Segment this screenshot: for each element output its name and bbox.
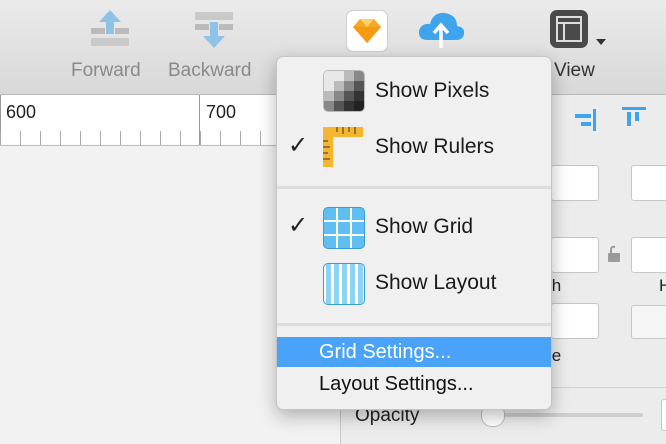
ruler-mark-600: 600	[6, 102, 37, 122]
flip-button[interactable]	[631, 305, 666, 339]
align-top-icon[interactable]	[621, 105, 647, 131]
layout-icon	[323, 263, 365, 305]
forward-label: Forward	[71, 60, 141, 81]
ruler-icon	[323, 127, 363, 167]
show-pixels-label: Show Pixels	[375, 79, 490, 102]
opacity-field[interactable]	[661, 399, 666, 431]
height-field[interactable]	[631, 237, 666, 273]
view-menu: Show Pixels ✓ Show Rulers ✓ Show Grid Sh…	[276, 56, 552, 410]
show-grid-label: Show Grid	[375, 215, 474, 238]
menu-separator	[277, 323, 551, 326]
cloud-upload-button[interactable]	[416, 8, 466, 52]
align-right-icon[interactable]	[571, 107, 597, 133]
rotate-field[interactable]	[551, 303, 599, 339]
backward-button[interactable]: Backward	[166, 0, 261, 90]
layout-settings-label: Layout Settings...	[319, 373, 474, 395]
cloud-upload-icon	[418, 12, 465, 48]
menu-item-show-grid[interactable]: ✓ Show Grid	[277, 197, 551, 255]
forward-button[interactable]: Forward	[66, 0, 156, 90]
view-panels-icon	[550, 10, 588, 48]
menu-item-show-pixels[interactable]: Show Pixels	[277, 57, 551, 119]
sketch-diamond-icon	[353, 19, 381, 43]
menu-item-show-rulers[interactable]: ✓ Show Rulers	[277, 119, 551, 177]
view-button[interactable]: View	[548, 8, 618, 90]
menu-item-grid-settings[interactable]: Grid Settings...	[277, 337, 551, 367]
height-label: H	[659, 276, 666, 295]
ruler-mark-700: 700	[206, 102, 237, 122]
y-field[interactable]	[631, 165, 666, 201]
pixels-icon	[323, 70, 365, 112]
grid-settings-label: Grid Settings...	[319, 341, 452, 363]
backward-icon	[195, 12, 233, 48]
menu-item-show-layout[interactable]: Show Layout	[277, 255, 551, 313]
show-layout-label: Show Layout	[375, 271, 497, 294]
show-rulers-label: Show Rulers	[375, 135, 495, 158]
grid-icon	[323, 207, 365, 249]
lock-icon[interactable]	[607, 245, 621, 263]
menu-item-layout-settings[interactable]: Layout Settings...	[277, 369, 551, 401]
view-label: View	[554, 60, 595, 81]
chevron-down-icon	[596, 39, 606, 45]
width-field[interactable]	[551, 237, 599, 273]
x-field[interactable]	[551, 165, 599, 201]
forward-icon	[91, 10, 129, 46]
opacity-slider-track[interactable]	[481, 413, 643, 417]
sketch-button[interactable]	[346, 10, 388, 52]
menu-separator	[277, 186, 551, 189]
backward-label: Backward	[168, 60, 252, 81]
checkmark-icon: ✓	[288, 212, 309, 239]
checkmark-icon: ✓	[288, 132, 309, 159]
